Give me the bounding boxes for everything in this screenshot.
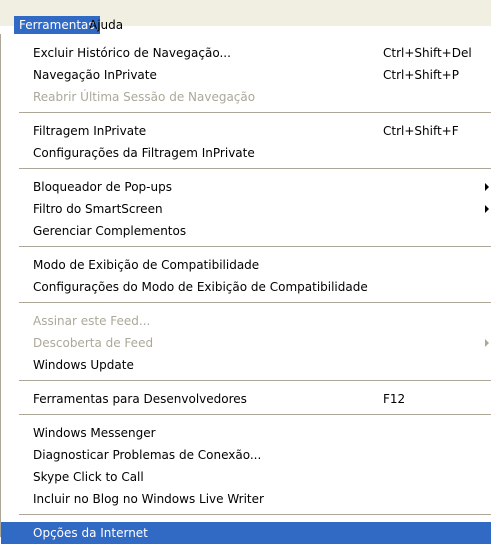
menu-item-diagnosticar-problemas-de-conexao[interactable]: Diagnosticar Problemas de Conexão... [1, 444, 491, 466]
menu-item-filtragem-inprivate[interactable]: Filtragem InPrivate Ctrl+Shift+F [1, 120, 491, 142]
menu-item-modo-de-exibicao-de-compatibilidade[interactable]: Modo de Exibição de Compatibilidade [1, 254, 491, 276]
menu-item-label: Excluir Histórico de Navegação... [33, 46, 231, 60]
submenu-arrow-icon [485, 183, 489, 191]
menu-item-windows-update[interactable]: Windows Update [1, 354, 491, 376]
menu-item-label: Incluir no Blog no Windows Live Writer [33, 492, 264, 506]
menu-ajuda[interactable]: Ajuda [84, 16, 128, 34]
menu-item-label: Reabrir Última Sessão de Navegação [33, 90, 256, 104]
menu-separator [19, 514, 491, 515]
menu-separator [19, 246, 491, 247]
menu-item-label: Gerenciar Complementos [33, 224, 187, 238]
menu-item-reabrir-ultima-sessao-de-navegacao: Reabrir Última Sessão de Navegação [1, 86, 491, 108]
menu-item-ferramentas-para-desenvolvedores[interactable]: Ferramentas para Desenvolvedores F12 [1, 388, 491, 410]
menu-item-assinar-este-feed: Assinar este Feed... [1, 310, 491, 332]
menu-bar: Ferramentas Ajuda [0, 0, 491, 34]
menu-separator [19, 168, 491, 169]
menu-item-label: Modo de Exibição de Compatibilidade [33, 258, 260, 272]
menu-separator [19, 302, 491, 303]
tools-dropdown-menu: Excluir Histórico de Navegação... Ctrl+Sh… [0, 34, 491, 544]
menu-item-opcoes-da-internet[interactable]: Opções da Internet [1, 522, 491, 544]
menu-item-label: Skype Click to Call [33, 470, 144, 484]
menu-item-shortcut: F12 [383, 392, 406, 406]
menu-item-shortcut: Ctrl+Shift+Del [383, 46, 472, 60]
menu-item-label: Bloqueador de Pop-ups [33, 180, 172, 194]
menu-item-shortcut: Ctrl+Shift+F [383, 124, 459, 138]
menu-item-filtro-do-smartscreen[interactable]: Filtro do SmartScreen [1, 198, 491, 220]
menu-item-label: Filtragem InPrivate [33, 124, 147, 138]
menu-separator [19, 414, 491, 415]
menu-item-label: Navegação InPrivate [33, 68, 157, 82]
submenu-arrow-icon [485, 339, 489, 347]
menu-item-excluir-historico-de-navegacao[interactable]: Excluir Histórico de Navegação... Ctrl+Sh… [1, 42, 491, 64]
menu-item-label: Diagnosticar Problemas de Conexão... [33, 448, 262, 462]
menu-item-label: Descoberta de Feed [33, 336, 154, 350]
menu-item-descoberta-de-feed: Descoberta de Feed [1, 332, 491, 354]
menu-separator [19, 380, 491, 381]
menu-item-label: Configurações da Filtragem InPrivate [33, 146, 255, 160]
menu-item-bloqueador-de-pop-ups[interactable]: Bloqueador de Pop-ups [1, 176, 491, 198]
menu-item-navegacao-inprivate[interactable]: Navegação InPrivate Ctrl+Shift+P [1, 64, 491, 86]
menu-item-windows-messenger[interactable]: Windows Messenger [1, 422, 491, 444]
menu-item-label: Opções da Internet [33, 526, 148, 540]
submenu-arrow-icon [485, 205, 489, 213]
menu-item-skype-click-to-call[interactable]: Skype Click to Call [1, 466, 491, 488]
menu-item-configuracoes-do-modo-de-exibicao-de-compatibilidade[interactable]: Configurações do Modo de Exibição de Com… [1, 276, 491, 298]
menu-separator [19, 112, 491, 113]
menu-item-shortcut: Ctrl+Shift+P [383, 68, 459, 82]
menu-item-label: Windows Update [33, 358, 134, 372]
menu-item-label: Windows Messenger [33, 426, 156, 440]
menu-item-incluir-no-blog-no-windows-live-writer[interactable]: Incluir no Blog no Windows Live Writer [1, 488, 491, 510]
menu-item-configuracoes-da-filtragem-inprivate[interactable]: Configurações da Filtragem InPrivate [1, 142, 491, 164]
menu-item-label: Configurações do Modo de Exibição de Com… [33, 280, 368, 294]
menu-item-label: Ferramentas para Desenvolvedores [33, 392, 247, 406]
menu-item-gerenciar-complementos[interactable]: Gerenciar Complementos [1, 220, 491, 242]
menu-item-label: Filtro do SmartScreen [33, 202, 163, 216]
menu-item-label: Assinar este Feed... [33, 314, 151, 328]
